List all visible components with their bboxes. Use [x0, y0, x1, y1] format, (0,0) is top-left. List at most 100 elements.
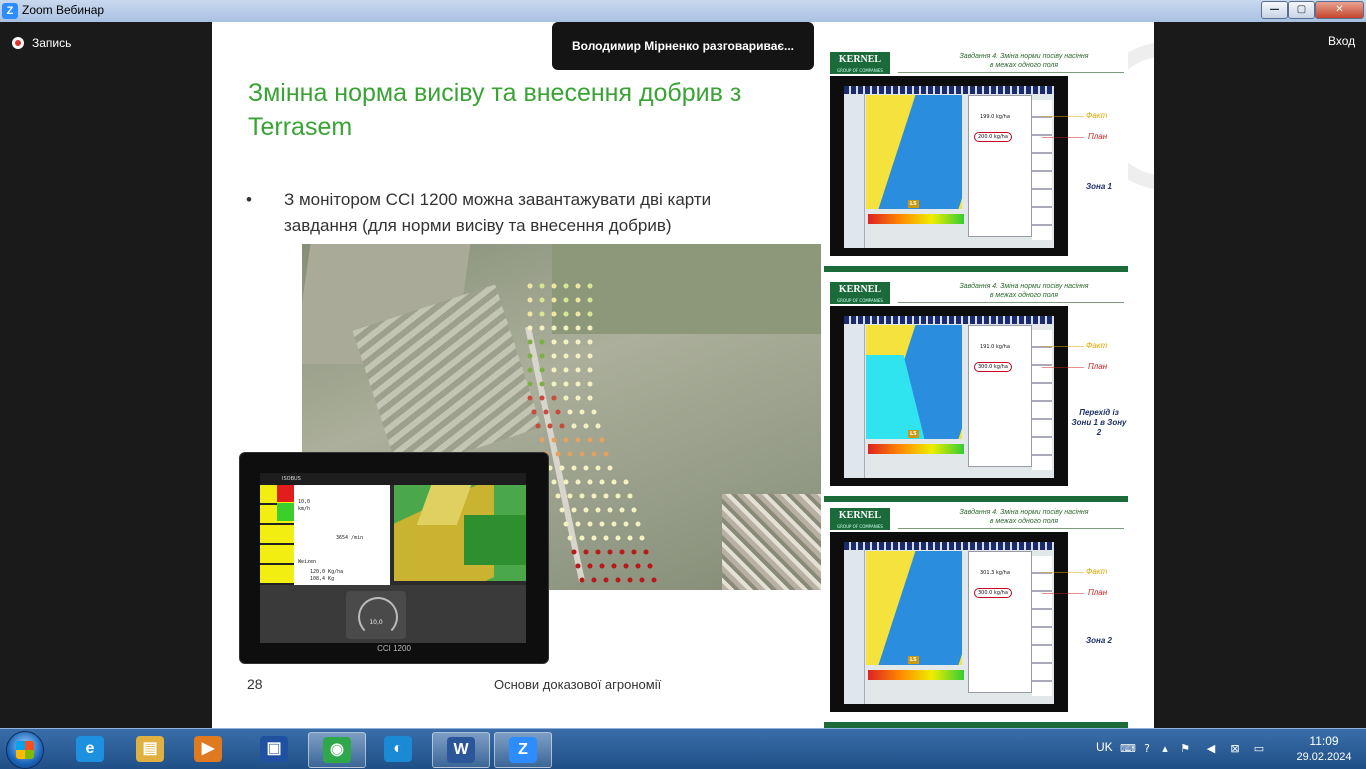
maximize-button[interactable]: ▢	[1288, 1, 1315, 19]
explorer-icon: ▤	[136, 736, 164, 762]
rate-dot	[591, 451, 597, 457]
cci-1200-tablet: ISOBUS 10,0 km/h 3654 /min Weizen 120,0 …	[239, 452, 549, 664]
rate-dot	[575, 479, 581, 485]
rate-dot	[587, 367, 593, 373]
tray-expand-icon[interactable]: ▴	[1158, 742, 1172, 756]
zoom-icon: Z	[509, 737, 537, 763]
zone-label: Зона 1	[1086, 182, 1112, 191]
tablet-speed-unit: km/h	[298, 506, 311, 512]
rate-dot	[587, 395, 593, 401]
lane-badge: L5	[908, 200, 919, 208]
taskbar-word-button[interactable]: W	[432, 732, 490, 768]
lane-badge: L5	[908, 656, 919, 664]
rate-dot	[639, 535, 645, 541]
tablet-rate-plan: 120,0 Kg/ha	[310, 569, 344, 575]
panel-divider	[898, 528, 1124, 529]
monitor-map	[866, 95, 962, 209]
rate-dot	[551, 339, 557, 345]
rate-dot	[571, 423, 577, 429]
taskbar-save-button[interactable]: ▣	[246, 732, 302, 766]
tablet-field-map	[394, 485, 526, 581]
nozzle-row	[844, 316, 1054, 324]
rate-dot	[591, 535, 597, 541]
panel-divider	[898, 72, 1124, 73]
rate-color-bar	[868, 670, 964, 680]
rate-dot	[587, 339, 593, 345]
rate-dot	[539, 353, 545, 359]
rate-dot	[579, 577, 585, 583]
rate-dot	[543, 409, 549, 415]
monitor-screen: L5 199.0 kg/ha 200.0 kg/ha	[844, 86, 1054, 248]
monitor-photo: L5 301.3 kg/ha 300.0 kg/ha	[830, 532, 1068, 712]
monitor-buttons	[1032, 330, 1052, 470]
fact-label: Факт	[1086, 111, 1108, 120]
rate-dot	[603, 451, 609, 457]
rate-dot	[603, 535, 609, 541]
fact-arrow	[1042, 116, 1084, 117]
clock[interactable]: 11:09 29.02.2024	[1294, 733, 1354, 765]
taskbar-explorer-button[interactable]: ▤	[122, 732, 178, 766]
rate-dot	[551, 437, 557, 443]
rate-dot	[551, 297, 557, 303]
record-icon	[12, 37, 24, 49]
zone-label: Перехід із Зони 1 в Зону 2	[1071, 408, 1127, 437]
rate-dot	[531, 409, 537, 415]
rate-dot	[571, 549, 577, 555]
fact-value: 301.3 kg/ha	[980, 570, 1010, 576]
rate-dot	[551, 325, 557, 331]
tablet-red-key	[277, 485, 294, 502]
rate-dot	[527, 325, 533, 331]
taskbar-chrome-button[interactable]: ◉	[308, 732, 366, 768]
bullet-text: З монітором CCI 1200 можна завантажувати…	[284, 190, 712, 235]
rate-dot	[563, 339, 569, 345]
keyboard-icon[interactable]: ⌨	[1120, 742, 1136, 756]
taskbar-media-player-button[interactable]: ▶	[180, 732, 236, 766]
taskbar-edge-button[interactable]: ◐	[370, 732, 426, 766]
fact-arrow	[1042, 346, 1084, 347]
tablet-brand: CCI 1200	[377, 644, 411, 653]
rate-dot	[567, 409, 573, 415]
panel-footer-bar	[824, 496, 1128, 502]
rate-dot	[623, 563, 629, 569]
plan-label: План	[1088, 362, 1108, 371]
plan-value: 300.0 kg/ha	[974, 362, 1012, 372]
action-center-icon[interactable]: ⚑	[1178, 742, 1192, 756]
rate-dot	[551, 367, 557, 373]
rate-dot	[539, 297, 545, 303]
tablet-area: 3654 /min	[336, 535, 364, 541]
tablet-header: ISOBUS	[260, 473, 526, 485]
rate-dot	[575, 325, 581, 331]
rate-dot	[551, 353, 557, 359]
help-icon[interactable]: ?	[1140, 742, 1154, 756]
taskbar-ie-button[interactable]: e	[62, 732, 118, 766]
rate-dot	[551, 283, 557, 289]
sign-in-button[interactable]: Вход	[1328, 34, 1355, 48]
taskbar-zoom-button[interactable]: Z	[494, 732, 552, 768]
zoom-webinar-area: Запись Вход Володимир Мірненко разговари…	[0, 22, 1366, 728]
media-player-icon: ▶	[194, 736, 222, 762]
rate-dot	[563, 311, 569, 317]
rate-dot	[583, 507, 589, 513]
rate-dot	[563, 297, 569, 303]
rate-dot	[563, 353, 569, 359]
rate-dot	[595, 465, 601, 471]
rate-dot	[555, 493, 561, 499]
rate-dot	[563, 521, 569, 527]
close-button[interactable]: ✕	[1315, 1, 1364, 19]
volume-icon[interactable]: ◀	[1204, 742, 1218, 756]
start-button[interactable]	[6, 731, 44, 769]
plan-label: План	[1088, 132, 1108, 141]
notification-icon[interactable]: ▭	[1252, 742, 1266, 756]
rate-dot	[527, 283, 533, 289]
rate-dot	[627, 535, 633, 541]
gauge-value: 10,0	[369, 619, 383, 626]
rate-dot	[583, 423, 589, 429]
recording-indicator[interactable]: Запись	[12, 36, 71, 50]
chrome-icon: ◉	[323, 737, 351, 763]
monitor-photo-panel-2: KERNEL GROUP OF COMPANIES Завдання 4. Змі…	[824, 278, 1128, 502]
rate-dot	[575, 437, 581, 443]
network-icon[interactable]: ⊠	[1228, 742, 1242, 756]
minimize-button[interactable]: —	[1261, 1, 1288, 19]
rate-dot	[575, 395, 581, 401]
language-indicator[interactable]: UK	[1096, 740, 1113, 754]
